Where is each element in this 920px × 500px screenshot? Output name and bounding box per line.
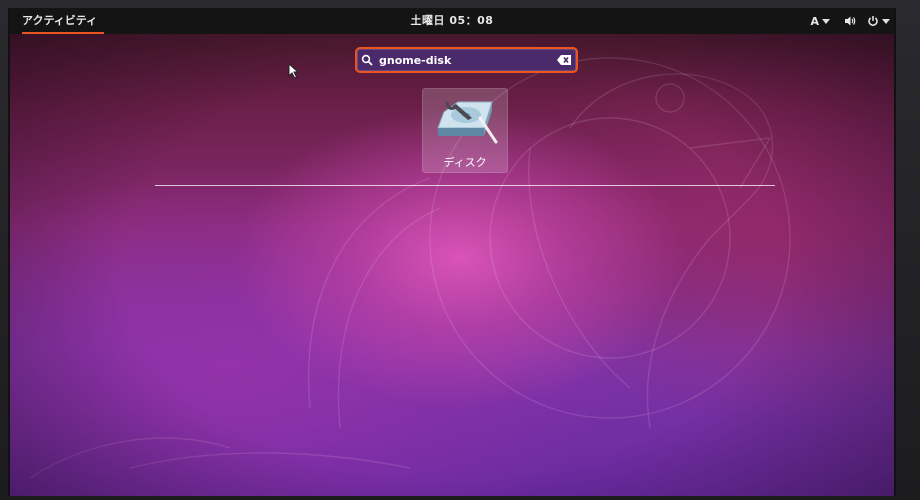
mouse-pointer-icon bbox=[288, 63, 300, 79]
search-input[interactable] bbox=[377, 50, 554, 70]
input-method-indicator: A bbox=[810, 14, 819, 28]
search-entry[interactable] bbox=[355, 47, 578, 73]
disk-utility-icon bbox=[437, 101, 498, 144]
app-result-label: ディスク bbox=[443, 156, 487, 169]
input-method-menu[interactable]: A bbox=[810, 15, 830, 28]
chevron-down-icon bbox=[822, 18, 830, 24]
volume-icon bbox=[845, 16, 856, 26]
power-icon bbox=[868, 16, 878, 26]
desktop-screen: アクティビティ 土曜日 05：08 A gnome-disk ディスク bbox=[8, 8, 896, 496]
app-result-disks[interactable]: ディスク bbox=[422, 88, 508, 173]
top-bar: アクティビティ 土曜日 05：08 A bbox=[10, 8, 894, 34]
system-menu[interactable] bbox=[844, 15, 890, 27]
clear-icon[interactable] bbox=[554, 50, 576, 70]
system-tray: A bbox=[810, 8, 890, 34]
clock[interactable]: 土曜日 05：08 bbox=[10, 8, 894, 34]
results-separator bbox=[155, 185, 775, 186]
chevron-down-icon bbox=[882, 18, 890, 24]
search-icon bbox=[361, 54, 373, 66]
wallpaper-line-art bbox=[29, 57, 791, 479]
